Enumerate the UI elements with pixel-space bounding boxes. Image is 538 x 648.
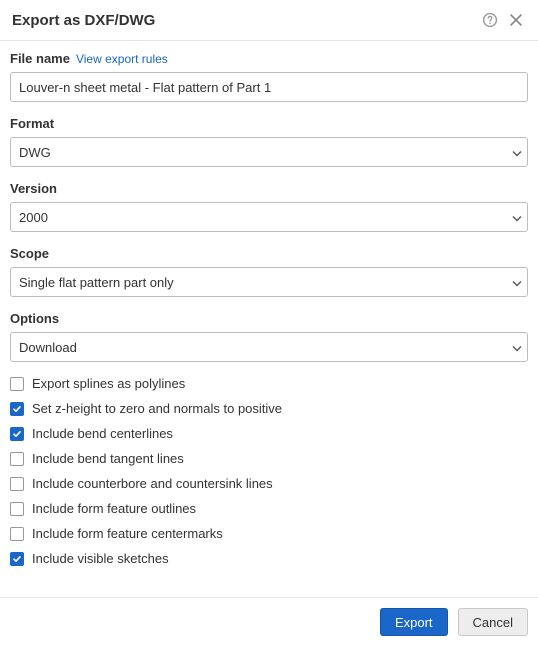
version-select[interactable]: 2000 xyxy=(10,202,528,232)
checkbox-row-sketches: Include visible sketches xyxy=(10,551,528,566)
dialog-body: File name View export rules Format DWG V… xyxy=(0,41,538,566)
filename-label: File name xyxy=(10,51,70,66)
options-select[interactable]: Download xyxy=(10,332,528,362)
version-value: 2000 xyxy=(19,210,48,225)
help-icon[interactable] xyxy=(480,10,500,30)
dialog-footer: Export Cancel xyxy=(0,597,538,648)
checkbox-list: Export splines as polylines Set z-height … xyxy=(10,376,528,566)
checkbox-label-splines: Export splines as polylines xyxy=(32,376,185,391)
filename-input[interactable] xyxy=(10,72,528,102)
format-section: Format DWG xyxy=(10,116,528,167)
options-section: Options Download xyxy=(10,311,528,362)
checkbox-row-bend-tangent: Include bend tangent lines xyxy=(10,451,528,466)
close-icon[interactable] xyxy=(506,10,526,30)
format-label: Format xyxy=(10,116,528,131)
checkbox-label-form-outline: Include form feature outlines xyxy=(32,501,196,516)
checkbox-label-form-center: Include form feature centermarks xyxy=(32,526,223,541)
checkbox-row-form-outline: Include form feature outlines xyxy=(10,501,528,516)
checkbox-row-splines: Export splines as polylines xyxy=(10,376,528,391)
checkbox-sketches[interactable] xyxy=(10,552,24,566)
version-section: Version 2000 xyxy=(10,181,528,232)
scope-select[interactable]: Single flat pattern part only xyxy=(10,267,528,297)
scope-section: Scope Single flat pattern part only xyxy=(10,246,528,297)
checkbox-row-zheight: Set z-height to zero and normals to posi… xyxy=(10,401,528,416)
export-dialog: Export as DXF/DWG File name View export … xyxy=(0,0,538,648)
view-export-rules-link[interactable]: View export rules xyxy=(76,52,168,66)
checkbox-label-bend-center: Include bend centerlines xyxy=(32,426,173,441)
checkbox-form-center[interactable] xyxy=(10,527,24,541)
export-button[interactable]: Export xyxy=(380,608,448,636)
checkbox-label-bend-tangent: Include bend tangent lines xyxy=(32,451,184,466)
checkbox-row-form-center: Include form feature centermarks xyxy=(10,526,528,541)
checkbox-zheight[interactable] xyxy=(10,402,24,416)
format-value: DWG xyxy=(19,145,51,160)
checkbox-label-counterbore: Include counterbore and countersink line… xyxy=(32,476,273,491)
options-value: Download xyxy=(19,340,77,355)
options-label: Options xyxy=(10,311,528,326)
cancel-button[interactable]: Cancel xyxy=(458,608,528,636)
checkbox-row-bend-center: Include bend centerlines xyxy=(10,426,528,441)
checkbox-counterbore[interactable] xyxy=(10,477,24,491)
dialog-header: Export as DXF/DWG xyxy=(0,0,538,41)
version-label: Version xyxy=(10,181,528,196)
checkbox-bend-center[interactable] xyxy=(10,427,24,441)
filename-section: File name View export rules xyxy=(10,51,528,102)
checkbox-row-counterbore: Include counterbore and countersink line… xyxy=(10,476,528,491)
checkbox-label-sketches: Include visible sketches xyxy=(32,551,169,566)
scope-value: Single flat pattern part only xyxy=(19,275,174,290)
dialog-title: Export as DXF/DWG xyxy=(12,12,474,29)
scope-label: Scope xyxy=(10,246,528,261)
checkbox-splines[interactable] xyxy=(10,377,24,391)
format-select[interactable]: DWG xyxy=(10,137,528,167)
checkbox-form-outline[interactable] xyxy=(10,502,24,516)
checkbox-bend-tangent[interactable] xyxy=(10,452,24,466)
checkbox-label-zheight: Set z-height to zero and normals to posi… xyxy=(32,401,282,416)
